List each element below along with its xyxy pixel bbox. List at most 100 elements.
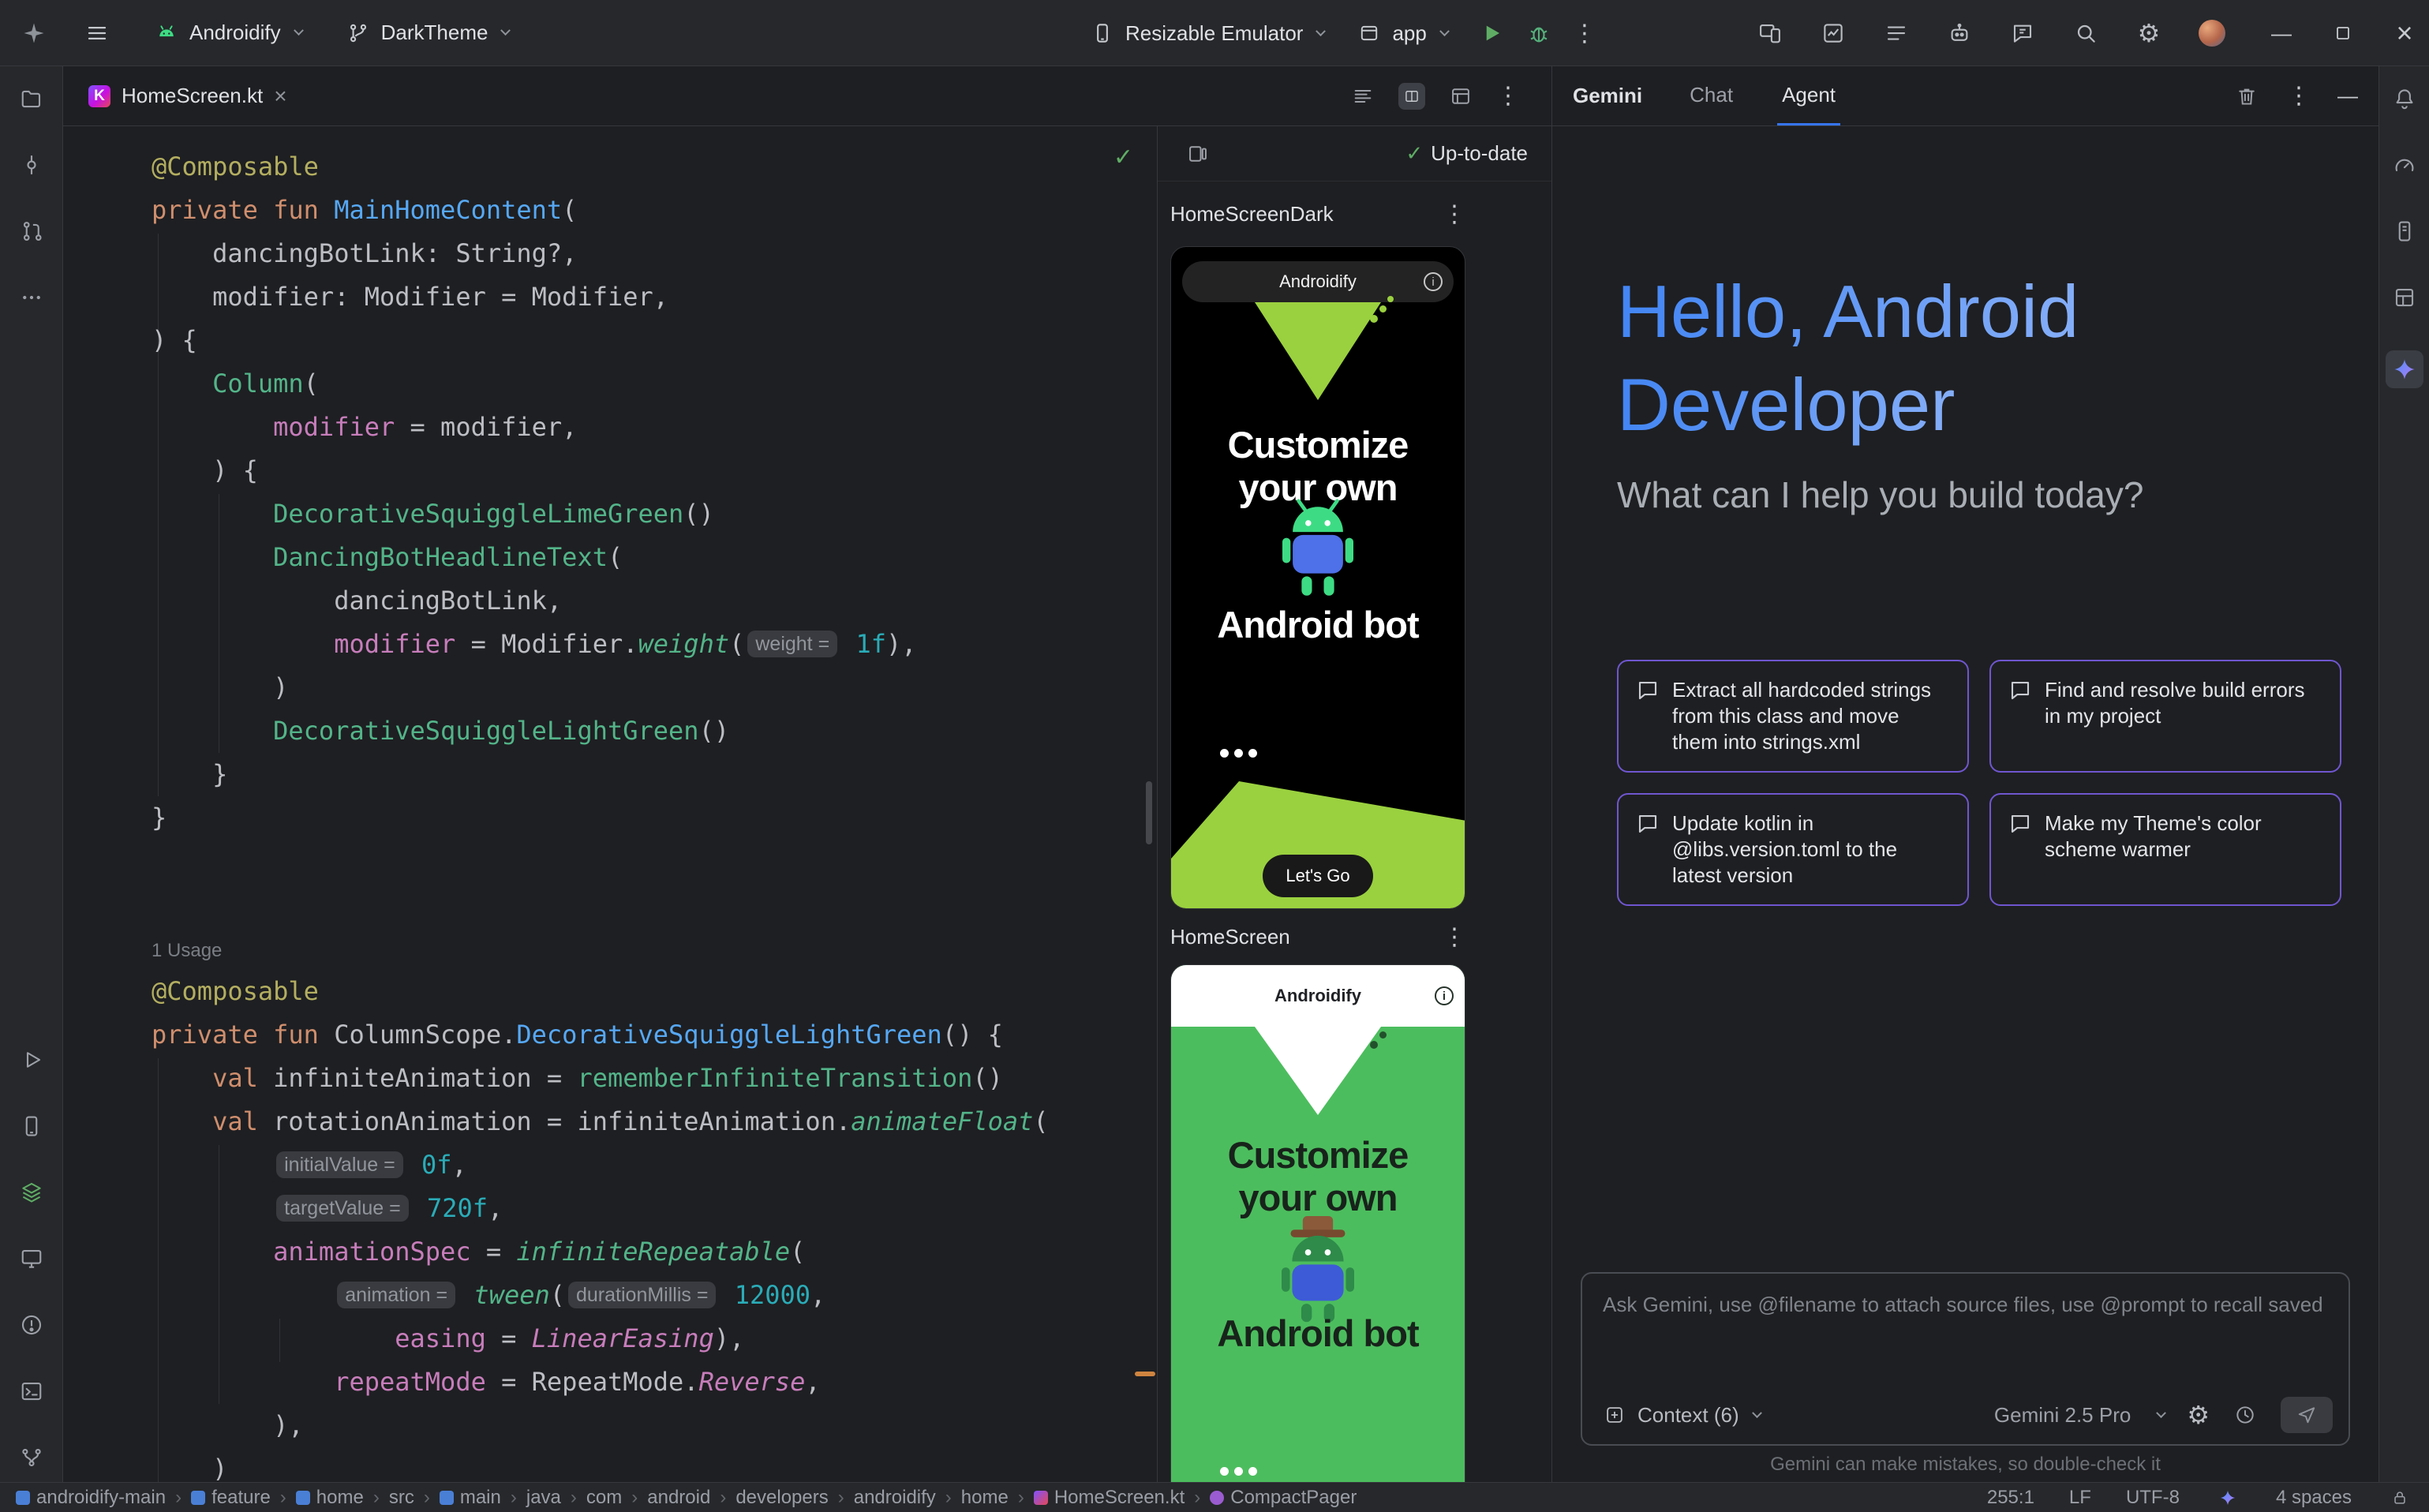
- add-context-icon[interactable]: [1601, 1402, 1628, 1428]
- code-line[interactable]: modifier = modifier,: [152, 406, 1144, 449]
- editor-options-kebab-icon[interactable]: ⋮: [1496, 82, 1520, 110]
- run-button[interactable]: [1478, 20, 1505, 47]
- code-line[interactable]: DecorativeSquiggleLimeGreen(): [152, 492, 1144, 536]
- running-devices-icon[interactable]: [1757, 20, 1783, 47]
- build-tool-icon[interactable]: [18, 1179, 45, 1206]
- code-line[interactable]: Column(: [152, 362, 1144, 406]
- preview-phone-dark[interactable]: Androidify i Customize your own: [1170, 246, 1465, 909]
- code-line[interactable]: modifier: Modifier = Modifier,: [152, 275, 1144, 319]
- caret-position[interactable]: 255:1: [1987, 1487, 2034, 1509]
- problems-icon[interactable]: [18, 1312, 45, 1338]
- line-separator[interactable]: LF: [2069, 1487, 2091, 1509]
- breadcrumb-item[interactable]: feature: [191, 1487, 271, 1509]
- hide-panel-icon[interactable]: —: [2337, 84, 2358, 108]
- breadcrumb-item[interactable]: home: [296, 1487, 364, 1509]
- code-line[interactable]: @Composable: [152, 970, 1144, 1013]
- code-line[interactable]: [152, 840, 1144, 883]
- readonly-lock-icon[interactable]: [2386, 1484, 2413, 1511]
- suggestion-card[interactable]: Make my Theme's color scheme warmer: [1989, 793, 2341, 906]
- gemini-prompt-input[interactable]: [1582, 1274, 2349, 1336]
- breadcrumb-item[interactable]: java: [526, 1487, 561, 1509]
- gemini-options-kebab-icon[interactable]: ⋮: [2287, 82, 2311, 110]
- profiler-icon[interactable]: [2391, 152, 2418, 178]
- device-explorer-icon[interactable]: [2391, 218, 2418, 245]
- gemini-settings-icon[interactable]: ⚙: [2187, 1402, 2210, 1428]
- code-line[interactable]: ): [152, 666, 1144, 709]
- code-line[interactable]: modifier = Modifier.weight(weight = 1f),: [152, 623, 1144, 666]
- project-folder-icon[interactable]: [18, 85, 45, 112]
- commit-icon[interactable]: [18, 152, 45, 178]
- code-line[interactable]: dancingBotLink,: [152, 579, 1144, 623]
- context-selector[interactable]: Context (6): [1637, 1403, 1739, 1428]
- tab-chat[interactable]: Chat: [1685, 66, 1738, 125]
- breadcrumb-item[interactable]: CompactPager: [1210, 1487, 1357, 1509]
- breadcrumb-item[interactable]: android: [647, 1487, 710, 1509]
- device-manager-icon[interactable]: [18, 1113, 45, 1140]
- breadcrumb-item[interactable]: main: [440, 1487, 501, 1509]
- indent-setting[interactable]: 4 spaces: [2276, 1487, 2352, 1509]
- breadcrumb-item[interactable]: androidify-main: [16, 1487, 166, 1509]
- split-view-icon[interactable]: [1398, 83, 1425, 110]
- project-selector[interactable]: Androidify: [153, 20, 302, 47]
- main-menu-icon[interactable]: [84, 20, 110, 47]
- editor-tab[interactable]: K HomeScreen.kt ×: [71, 66, 305, 125]
- run-configuration-selector[interactable]: app: [1356, 20, 1447, 47]
- code-line[interactable]: private fun ColumnScope.DecorativeSquigg…: [152, 1013, 1144, 1057]
- breadcrumb-item[interactable]: HomeScreen.kt: [1034, 1487, 1185, 1509]
- window-maximize-icon[interactable]: [2330, 20, 2356, 47]
- preview-options-kebab-icon[interactable]: ⋮: [1443, 200, 1466, 228]
- code-line[interactable]: DecorativeSquiggleLightGreen(): [152, 709, 1144, 753]
- code-line[interactable]: ) {: [152, 449, 1144, 492]
- code-line[interactable]: animationSpec = infiniteRepeatable(: [152, 1230, 1144, 1274]
- editor-scrollbar[interactable]: [1146, 781, 1152, 844]
- settings-gear-icon[interactable]: ⚙: [2135, 20, 2162, 47]
- inspections-status-icon[interactable]: ✓: [1113, 144, 1133, 171]
- vcs-branch-selector[interactable]: DarkTheme: [345, 20, 510, 47]
- code-line[interactable]: ),: [152, 1404, 1144, 1447]
- preview-label-homescreen[interactable]: HomeScreen ⋮: [1158, 909, 1551, 964]
- gemini-tool-icon[interactable]: [2386, 350, 2423, 388]
- code-line[interactable]: 1 Usage: [152, 926, 1144, 970]
- more-actions-kebab-icon[interactable]: ⋮: [1571, 20, 1598, 47]
- logcat-icon[interactable]: [1883, 20, 1910, 47]
- breadcrumb-item[interactable]: src: [389, 1487, 414, 1509]
- version-control-icon[interactable]: [18, 1444, 45, 1471]
- user-avatar[interactable]: [2199, 20, 2225, 47]
- lets-go-button[interactable]: Let's Go: [1263, 855, 1373, 897]
- notifications-bell-icon[interactable]: [2391, 85, 2418, 112]
- code-line[interactable]: targetValue = 720f,: [152, 1187, 1144, 1230]
- code-line[interactable]: }: [152, 753, 1144, 796]
- send-button[interactable]: [2281, 1397, 2333, 1433]
- gemini-assist-icon[interactable]: [1946, 20, 1973, 47]
- delete-conversation-icon[interactable]: [2233, 83, 2260, 110]
- code-line[interactable]: easing = LinearEasing),: [152, 1317, 1144, 1360]
- debug-button[interactable]: [1525, 20, 1552, 47]
- code-line[interactable]: private fun MainHomeContent(: [152, 189, 1144, 232]
- more-tool-windows-icon[interactable]: [18, 284, 45, 311]
- preview-label-homescreendark[interactable]: HomeScreenDark ⋮: [1158, 182, 1551, 246]
- code-line[interactable]: val rotationAnimation = infiniteAnimatio…: [152, 1100, 1144, 1143]
- gemini-spark-icon[interactable]: [2214, 1484, 2241, 1511]
- model-selector[interactable]: Gemini 2.5 Pro: [1994, 1403, 2131, 1428]
- history-icon[interactable]: [2232, 1402, 2259, 1428]
- emulator-tool-icon[interactable]: [18, 1245, 45, 1272]
- gallery-mode-icon[interactable]: [1185, 140, 1211, 167]
- app-insights-icon[interactable]: [1820, 20, 1847, 47]
- suggestion-card[interactable]: Extract all hardcoded strings from this …: [1617, 660, 1969, 773]
- file-encoding[interactable]: UTF-8: [2126, 1487, 2180, 1509]
- pull-requests-icon[interactable]: [18, 218, 45, 245]
- code-line[interactable]: DancingBotHeadlineText(: [152, 536, 1144, 579]
- code-line[interactable]: @Composable: [152, 145, 1144, 189]
- feedback-icon[interactable]: [2009, 20, 2036, 47]
- tab-agent[interactable]: Agent: [1777, 66, 1840, 125]
- suggestion-card[interactable]: Find and resolve build errors in my proj…: [1989, 660, 2341, 773]
- search-icon[interactable]: [2072, 20, 2099, 47]
- window-close-icon[interactable]: ×: [2391, 20, 2418, 47]
- terminal-icon[interactable]: [18, 1378, 45, 1405]
- code-line[interactable]: initialValue = 0f,: [152, 1143, 1144, 1187]
- close-tab-icon[interactable]: ×: [274, 85, 286, 107]
- run-tool-icon[interactable]: [18, 1046, 45, 1073]
- code-line[interactable]: dancingBotLink: String?,: [152, 232, 1144, 275]
- code-line[interactable]: repeatMode = RepeatMode.Reverse,: [152, 1360, 1144, 1404]
- layout-inspector-icon[interactable]: [2391, 284, 2418, 311]
